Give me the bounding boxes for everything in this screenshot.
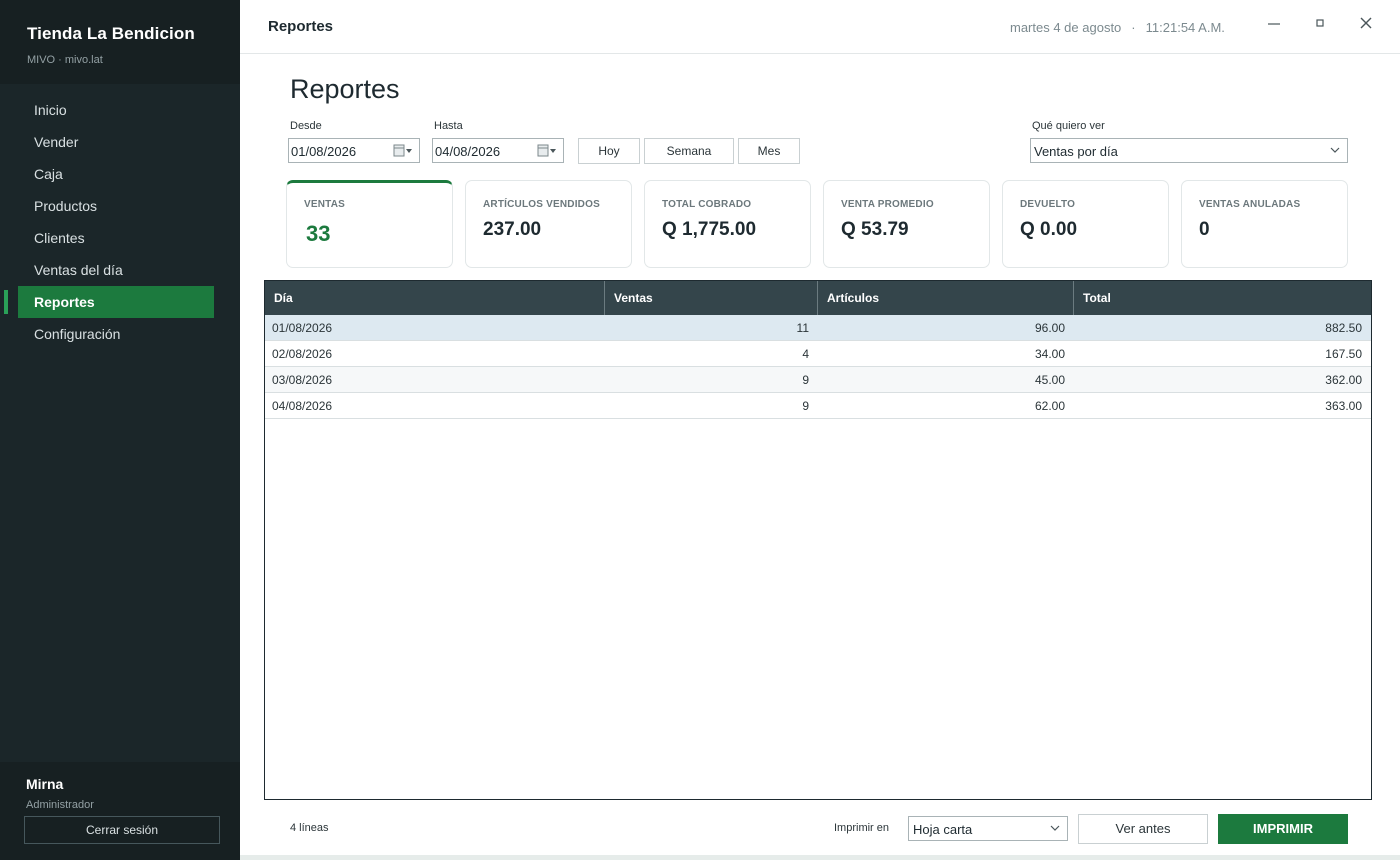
current-date: martes 4 de agosto <box>1010 20 1122 35</box>
sidebar-item-productos[interactable]: Productos <box>0 190 240 222</box>
kpi-label: ARTÍCULOS VENDIDOS <box>483 199 600 210</box>
cell-dia: 01/08/2026 <box>272 321 333 335</box>
kpi-card-venta-promedio: VENTA PROMEDIO Q 53.79 <box>823 180 990 268</box>
kpi-label: VENTAS <box>304 199 346 210</box>
column-header-articulos[interactable]: Artículos <box>818 281 1074 315</box>
cell-articulos: 96.00 <box>1034 321 1065 335</box>
kpi-value: 237.00 <box>483 219 542 240</box>
window-bottom-edge <box>240 855 1400 860</box>
logout-button[interactable]: Cerrar sesión <box>24 816 220 844</box>
current-time: 11:21:54 A.M. <box>1145 20 1225 35</box>
user-role: Administrador <box>26 799 94 811</box>
kpi-value: 33 <box>306 221 331 246</box>
from-date-value: 01/08/2026 <box>291 144 357 159</box>
from-label: Desde <box>290 120 322 132</box>
to-date-value: 04/08/2026 <box>435 144 501 159</box>
kpi-value: Q 0.00 <box>1020 219 1078 240</box>
cell-ventas: 9 <box>802 399 809 413</box>
cell-articulos: 62.00 <box>1034 399 1065 413</box>
cell-total: 363.00 <box>1325 399 1362 413</box>
report-type-select[interactable]: Ventas por día <box>1030 138 1348 163</box>
sidebar-item-configuracion[interactable]: Configuración <box>0 318 240 350</box>
kpi-card-ventas-anuladas: VENTAS ANULADAS 0 <box>1181 180 1348 268</box>
kpi-label: VENTAS ANULADAS <box>1199 199 1301 210</box>
sidebar-nav: Inicio Vender Caja Productos Clientes Ve… <box>0 94 240 350</box>
sidebar-item-vender[interactable]: Vender <box>0 126 240 158</box>
user-name: Mirna <box>26 776 64 792</box>
kpi-card-ventas: VENTAS 33 <box>286 180 453 268</box>
sidebar-item-caja[interactable]: Caja <box>0 158 240 190</box>
topbar: Reportes martes 4 de agosto · 11:21:54 A.M… <box>240 0 1400 54</box>
page-title: Reportes <box>290 74 400 104</box>
from-date-field[interactable]: 01/08/2026 <box>288 138 420 163</box>
report-type-value: Ventas por día <box>1034 144 1118 159</box>
cell-total: 362.00 <box>1325 373 1362 387</box>
table-header: Día Ventas Artículos Total <box>265 281 1371 315</box>
datetime-separator: · <box>1131 20 1136 35</box>
table-row[interactable]: 02/08/2026 4 34.00 167.50 <box>265 341 1371 367</box>
cell-dia: 03/08/2026 <box>272 373 333 387</box>
kpi-value: 0 <box>1199 219 1210 240</box>
today-button[interactable]: Hoy <box>578 138 640 164</box>
to-label: Hasta <box>434 120 463 132</box>
paper-size-value: Hoja carta <box>913 822 973 837</box>
sidebar-item-clientes[interactable]: Clientes <box>0 222 240 254</box>
report-table[interactable]: Día Ventas Artículos Total 01/08/2026 11… <box>264 280 1372 800</box>
chevron-down-icon <box>1050 825 1060 831</box>
sidebar-item-reportes[interactable]: Reportes <box>4 286 214 318</box>
brand-subtitle: MIVO · mivo.lat <box>27 54 103 66</box>
cell-articulos: 34.00 <box>1034 347 1065 361</box>
kpi-value: Q 53.79 <box>841 219 909 240</box>
table-row[interactable]: 03/08/2026 9 45.00 362.00 <box>265 367 1371 393</box>
cell-total: 882.50 <box>1325 321 1362 335</box>
maximize-icon[interactable] <box>1308 14 1332 38</box>
month-button[interactable]: Mes <box>738 138 800 164</box>
line-count: 4 líneas <box>290 822 329 834</box>
cell-ventas: 9 <box>802 373 809 387</box>
sidebar-item-inicio[interactable]: Inicio <box>0 94 240 126</box>
sidebar-item-ventas-del-dia[interactable]: Ventas del día <box>0 254 240 286</box>
datetime: martes 4 de agosto · 11:21:54 A.M. <box>1010 20 1225 35</box>
preview-button[interactable]: Ver antes <box>1078 814 1208 844</box>
cell-dia: 04/08/2026 <box>272 399 333 413</box>
store-name: Tienda La Bendicion <box>27 24 195 43</box>
calendar-dropdown-icon[interactable] <box>393 144 413 158</box>
to-date-field[interactable]: 04/08/2026 <box>432 138 564 163</box>
kpi-card-devuelto: DEVUELTO Q 0.00 <box>1002 180 1169 268</box>
paper-size-select[interactable]: Hoja carta <box>908 816 1068 841</box>
window-title: Reportes <box>268 18 334 35</box>
kpi-label: VENTA PROMEDIO <box>841 199 934 210</box>
view-label: Qué quiero ver <box>1032 120 1105 132</box>
print-button[interactable]: IMPRIMIR <box>1218 814 1348 844</box>
cell-articulos: 45.00 <box>1034 373 1065 387</box>
kpi-label: DEVUELTO <box>1020 199 1076 210</box>
brand: Tienda La Bendicion MIVO · mivo.lat <box>0 0 240 84</box>
user-panel: Mirna Administrador Cerrar sesión <box>0 762 240 860</box>
cell-total: 167.50 <box>1325 347 1362 361</box>
kpi-value: Q 1,775.00 <box>662 219 757 240</box>
column-header-total[interactable]: Total <box>1074 281 1371 315</box>
cell-ventas: 11 <box>796 321 809 335</box>
close-icon[interactable] <box>1354 14 1378 38</box>
minimize-icon[interactable] <box>1262 14 1286 38</box>
table-row[interactable]: 01/08/2026 11 96.00 882.50 <box>265 315 1371 341</box>
cell-ventas: 4 <box>802 347 809 361</box>
column-header-dia[interactable]: Día <box>265 281 605 315</box>
calendar-dropdown-icon[interactable] <box>537 144 557 158</box>
print-to-label: Imprimir en <box>834 822 890 834</box>
kpi-label: TOTAL COBRADO <box>662 199 752 210</box>
kpi-card-articulos-vendidos: ARTÍCULOS VENDIDOS 237.00 <box>465 180 632 268</box>
table-row[interactable]: 04/08/2026 9 62.00 363.00 <box>265 393 1371 419</box>
week-button[interactable]: Semana <box>644 138 734 164</box>
column-header-ventas[interactable]: Ventas <box>605 281 818 315</box>
cell-dia: 02/08/2026 <box>272 347 333 361</box>
chevron-down-icon <box>1330 147 1340 153</box>
kpi-card-total-cobrado: TOTAL COBRADO Q 1,775.00 <box>644 180 811 268</box>
sidebar: Tienda La Bendicion MIVO · mivo.lat Inic… <box>0 0 240 860</box>
